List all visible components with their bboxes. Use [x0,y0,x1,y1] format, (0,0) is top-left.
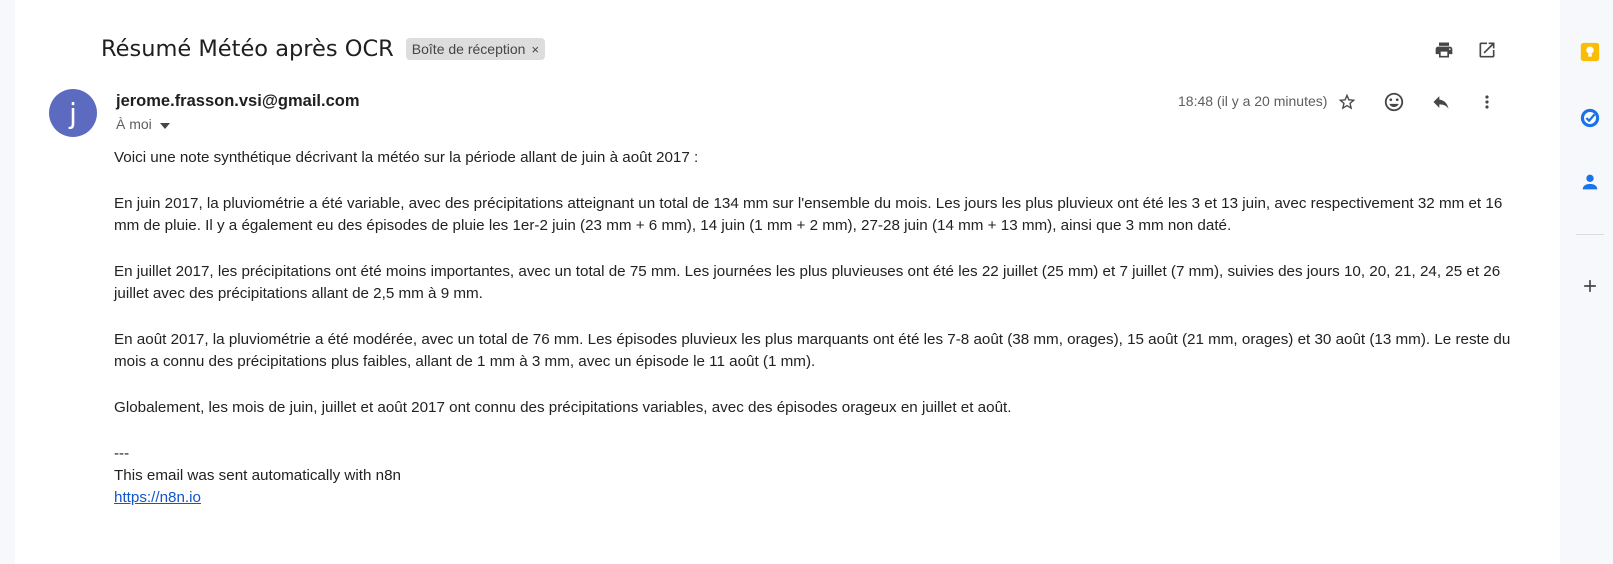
recipient-line: À moi [116,116,170,132]
reply-icon[interactable] [1429,90,1453,114]
signature-separator: --- [114,445,130,462]
signature-line: This email was sent automatically with n… [114,467,401,484]
print-icon[interactable] [1432,38,1456,62]
chevron-down-icon[interactable] [159,116,170,132]
side-panel-rail [1560,0,1613,564]
email-signature: --- This email was sent automatically wi… [114,443,1524,509]
contacts-icon[interactable] [1578,170,1602,194]
star-icon[interactable] [1335,90,1359,114]
email-body: Voici une note synthétique décrivant la … [114,147,1524,509]
inbox-label-text: Boîte de réception [411,41,526,57]
subject-row: Résumé Météo après OCR Boîte de réceptio… [101,32,546,66]
body-paragraph: En juin 2017, la pluviométrie a été vari… [114,195,1503,234]
open-in-new-window-icon[interactable] [1475,38,1499,62]
n8n-link[interactable]: https://n8n.io [114,489,201,506]
more-vert-icon[interactable] [1475,90,1499,114]
body-paragraph: Voici une note synthétique décrivant la … [114,149,699,166]
recipient-text: À moi [116,116,152,132]
email-timestamp: 18:48 (il y a 20 minutes) [1178,93,1328,109]
remove-label-button[interactable]: × [531,42,539,57]
add-icon[interactable] [1578,274,1602,298]
inbox-label-chip[interactable]: Boîte de réception × [405,38,546,60]
body-paragraph: En août 2017, la pluviométrie a été modé… [114,331,1511,370]
keep-icon[interactable] [1578,40,1602,64]
sender-email[interactable]: jerome.frasson.vsi@gmail.com [116,92,360,111]
emoji-reaction-icon[interactable] [1382,90,1406,114]
body-paragraph: Globalement, les mois de juin, juillet e… [114,399,1012,416]
email-subject: Résumé Météo après OCR [101,36,394,62]
tasks-icon[interactable] [1578,106,1602,130]
body-paragraph: En juillet 2017, les précipitations ont … [114,263,1501,302]
rail-divider [1576,234,1604,235]
mail-pane: Résumé Météo après OCR Boîte de réceptio… [15,0,1560,564]
sender-avatar[interactable]: j [49,89,97,137]
avatar-letter: j [69,96,77,130]
